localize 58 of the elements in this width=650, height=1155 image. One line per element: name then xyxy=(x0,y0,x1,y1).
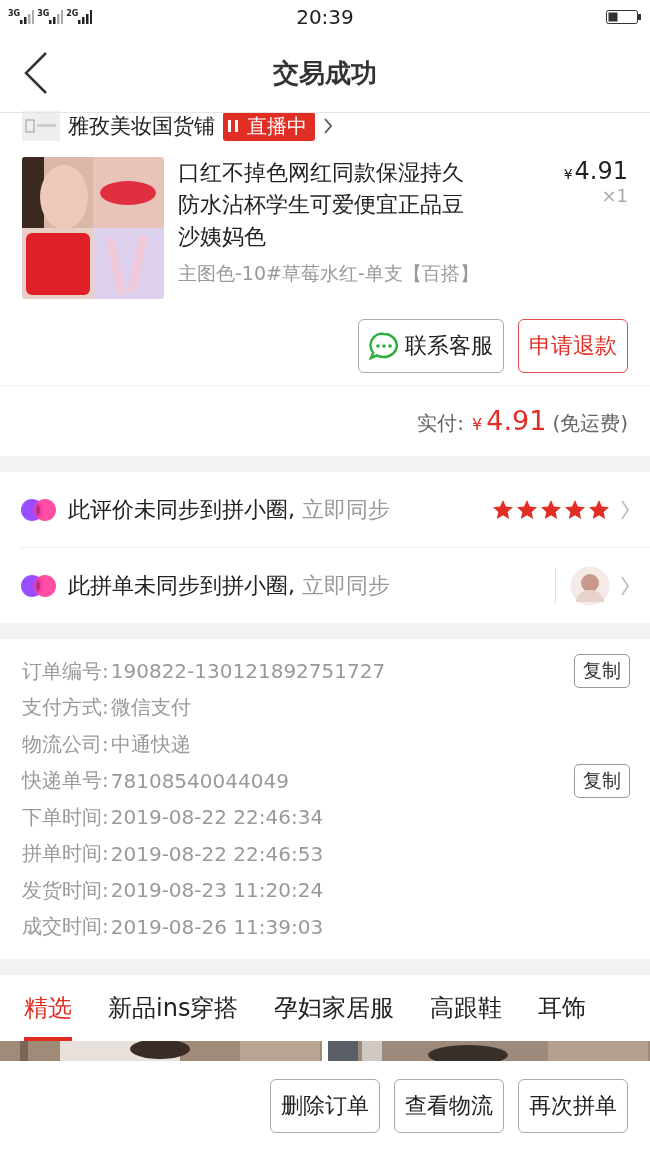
signal-icon xyxy=(78,10,93,24)
category-tab[interactable]: 高跟鞋 xyxy=(430,975,503,1041)
network-label: 3G xyxy=(8,10,21,18)
signal-icon xyxy=(49,10,64,24)
copy-button[interactable]: 复制 xyxy=(574,763,630,798)
info-value: 2019-08-26 11:39:03 xyxy=(110,914,324,939)
page-title: 交易成功 xyxy=(273,56,377,90)
network-label: 2G xyxy=(66,10,79,18)
info-value: 78108540044049 xyxy=(110,768,289,793)
star-icon xyxy=(492,498,514,521)
info-label: 发货时间: xyxy=(22,876,109,904)
star-icon xyxy=(588,498,610,521)
chevron-icon xyxy=(620,574,630,597)
order-action-button[interactable]: 查看物流 xyxy=(394,1079,504,1133)
info-value: 2019-08-22 22:46:53 xyxy=(110,841,324,866)
store-name[interactable]: 雅孜美妆国货铺 xyxy=(68,112,215,140)
network-label: 3G xyxy=(37,10,50,18)
order-action-button[interactable]: 删除订单 xyxy=(270,1079,380,1133)
order-action-button[interactable]: 再次拼单 xyxy=(518,1079,628,1133)
info-label: 快递单号: xyxy=(22,767,109,795)
star-icon xyxy=(516,498,538,521)
contact-service-button[interactable]: 联系客服 xyxy=(358,319,504,373)
info-label: 下单时间: xyxy=(22,803,109,831)
copy-button[interactable]: 复制 xyxy=(574,654,630,689)
quantity: ×1 xyxy=(600,185,628,206)
info-label: 订单编号: xyxy=(22,657,109,685)
category-tab[interactable]: 新品ins穿搭 xyxy=(108,975,239,1041)
product-variant: 主图色-10#草莓水红-单支【百搭】 xyxy=(178,261,480,286)
back-button[interactable] xyxy=(24,52,48,94)
product-price: ¥4.91 xyxy=(563,157,628,185)
info-value: 190822-130121892751727 xyxy=(110,659,386,684)
live-badge: 直播中 xyxy=(223,111,315,141)
sync-prompt[interactable]: 此拼单未同步到拼小圈, 立即同步 xyxy=(68,570,545,601)
signal-icon xyxy=(20,10,35,24)
clock: 20:39 xyxy=(295,5,355,29)
chevron-icon xyxy=(323,117,333,135)
back-icon xyxy=(24,52,48,94)
info-value: 中通快递 xyxy=(110,730,191,758)
info-value: 微信支付 xyxy=(110,694,191,722)
star-icon xyxy=(564,498,586,521)
info-label: 支付方式: xyxy=(22,694,109,722)
category-tab[interactable]: 孕妇家居服 xyxy=(274,975,395,1041)
total-paid: 实付: ¥4.91 (免运费) xyxy=(417,405,628,437)
info-value: 2019-08-23 11:20:24 xyxy=(110,878,324,903)
chevron-icon xyxy=(620,498,630,521)
star-icon xyxy=(540,498,562,521)
sync-prompt[interactable]: 此评价未同步到拼小圈, 立即同步 xyxy=(68,494,482,525)
category-tab[interactable]: 耳饰 xyxy=(538,975,587,1041)
chat-icon xyxy=(369,332,399,360)
info-value: 2019-08-22 22:46:34 xyxy=(110,805,324,830)
avatar-icon xyxy=(570,565,610,606)
product-title[interactable]: 口红不掉色网红同款保湿持久防水沾杯学生可爱便宜正品豆沙姨妈色 xyxy=(178,157,470,253)
live-icon xyxy=(227,118,241,134)
info-label: 拼单时间: xyxy=(22,840,109,868)
info-label: 成交时间: xyxy=(22,913,109,941)
battery-icon xyxy=(606,9,642,25)
refund-button[interactable]: 申请退款 xyxy=(518,319,628,373)
info-label: 物流公司: xyxy=(22,730,109,758)
